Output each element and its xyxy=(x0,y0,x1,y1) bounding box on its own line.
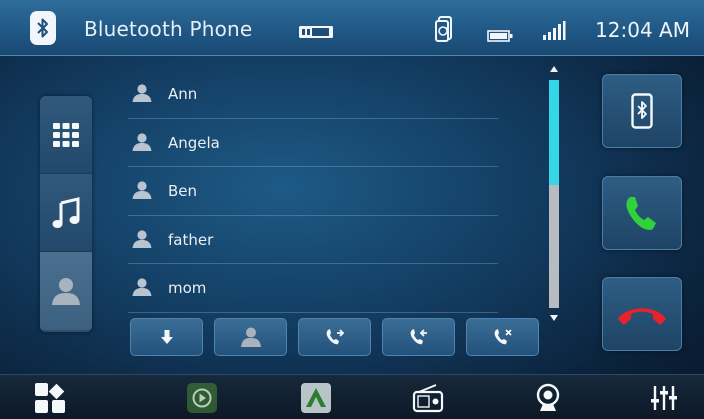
call-hangup-icon xyxy=(618,308,666,325)
contact-row[interactable]: Angela xyxy=(128,119,498,167)
answer-call-button[interactable] xyxy=(602,176,682,250)
contact-name: mom xyxy=(168,279,207,297)
incoming-calls-icon xyxy=(410,329,427,345)
contact-row[interactable]: Ben xyxy=(128,167,498,216)
person-icon xyxy=(132,278,152,296)
contact-name: Ben xyxy=(168,182,198,200)
contact-name: Angela xyxy=(168,133,220,152)
android-auto-button[interactable] xyxy=(299,381,333,415)
tab-contacts[interactable] xyxy=(40,252,92,330)
signal-icon xyxy=(542,21,566,45)
bluetooth-icon xyxy=(30,11,56,45)
clock: 12:04 AM xyxy=(595,18,690,42)
sd-card-icon xyxy=(298,24,334,43)
person-icon xyxy=(132,84,152,102)
android-auto-icon xyxy=(301,383,331,413)
scroll-down-arrow-icon[interactable] xyxy=(549,313,559,323)
apps-icon xyxy=(35,383,65,413)
apps-button[interactable] xyxy=(33,381,67,415)
scrollbar-thumb[interactable] xyxy=(549,80,559,185)
camera-icon xyxy=(536,383,560,411)
contact-row[interactable]: father xyxy=(128,216,498,264)
contact-name: father xyxy=(168,230,214,249)
radio-icon xyxy=(412,384,444,413)
contact-row[interactable]: Ann xyxy=(128,70,498,119)
contact-list: Ann Angela Ben father mom xyxy=(128,70,498,313)
equalizer-button[interactable] xyxy=(647,381,681,415)
keypad-icon xyxy=(53,122,79,147)
download-icon xyxy=(160,330,173,344)
person-icon xyxy=(132,181,152,199)
phone-bluetooth-icon xyxy=(631,93,653,129)
missed-calls-button[interactable] xyxy=(466,318,539,356)
status-bar: Bluetooth Phone 12:04 AM xyxy=(0,0,704,56)
carplay-button[interactable] xyxy=(185,381,219,415)
outgoing-calls-button[interactable] xyxy=(298,318,371,356)
download-contacts-button[interactable] xyxy=(130,318,203,356)
call-answer-icon xyxy=(626,197,656,230)
camera-button[interactable] xyxy=(531,381,565,415)
radio-button[interactable] xyxy=(411,381,445,415)
phone-screen: Bluetooth Phone 12:04 AM Ann Angela Ben … xyxy=(0,0,704,419)
contact-row[interactable]: mom xyxy=(128,264,498,313)
tab-music[interactable] xyxy=(40,174,92,252)
person-icon xyxy=(52,278,80,305)
battery-icon xyxy=(487,27,513,46)
outgoing-calls-icon xyxy=(326,329,344,345)
person-icon xyxy=(132,132,152,151)
incoming-calls-button[interactable] xyxy=(382,318,455,356)
list-action-bar xyxy=(130,318,539,356)
equalizer-icon xyxy=(651,386,677,410)
music-note-icon xyxy=(52,196,80,228)
bottom-dock xyxy=(0,374,704,419)
person-icon xyxy=(132,229,152,248)
tab-keypad[interactable] xyxy=(40,96,92,174)
side-tab-bar xyxy=(40,96,92,332)
contact-name: Ann xyxy=(168,85,198,103)
person-icon xyxy=(240,327,261,347)
missed-calls-icon xyxy=(494,329,512,345)
carplay-icon xyxy=(187,383,217,413)
contacts-button[interactable] xyxy=(214,318,287,356)
scroll-up-arrow-icon[interactable] xyxy=(549,64,559,74)
page-title: Bluetooth Phone xyxy=(84,17,253,41)
phone-sync-icon xyxy=(434,16,456,46)
scrollbar[interactable] xyxy=(549,80,559,308)
hangup-call-button[interactable] xyxy=(602,277,682,351)
phone-bluetooth-button[interactable] xyxy=(602,74,682,148)
